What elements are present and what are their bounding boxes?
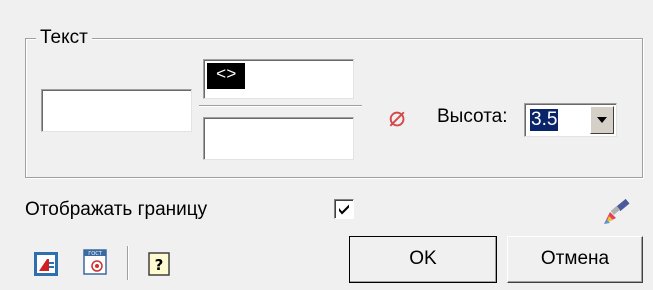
- help-icon[interactable]: ?: [146, 251, 172, 277]
- lower-text-field[interactable]: [203, 117, 354, 160]
- height-selected-value: 3.5: [530, 109, 559, 131]
- toolbar-separator: [127, 246, 129, 280]
- upper-text-value: <>: [207, 63, 246, 89]
- fraction-divider: [199, 105, 362, 107]
- svg-text:ГОСТ: ГОСТ: [88, 251, 102, 257]
- text-style-icon[interactable]: [33, 251, 59, 277]
- show-border-checkbox[interactable]: [334, 199, 354, 219]
- text-properties-dialog: Текст <> ⌀ Высота: 3.5 Отображать границ…: [0, 0, 653, 290]
- gost-stamp-icon[interactable]: ГОСТ: [82, 249, 108, 275]
- diameter-icon[interactable]: ⌀: [383, 103, 411, 131]
- height-combobox[interactable]: 3.5: [524, 103, 617, 137]
- ok-button[interactable]: OK: [349, 236, 497, 283]
- upper-text-field[interactable]: <>: [203, 59, 354, 99]
- left-text-field[interactable]: [41, 89, 192, 132]
- svg-text:?: ?: [155, 256, 164, 274]
- cancel-button[interactable]: Отмена: [507, 236, 643, 283]
- chevron-down-icon: [597, 117, 607, 123]
- height-label: Высота:: [437, 106, 508, 127]
- height-dropdown-button[interactable]: [590, 106, 614, 134]
- brush-icon[interactable]: [601, 196, 633, 228]
- checkmark-icon: [339, 204, 349, 215]
- text-group-title: Текст: [36, 28, 92, 48]
- show-border-label: Отображать границу: [25, 199, 208, 220]
